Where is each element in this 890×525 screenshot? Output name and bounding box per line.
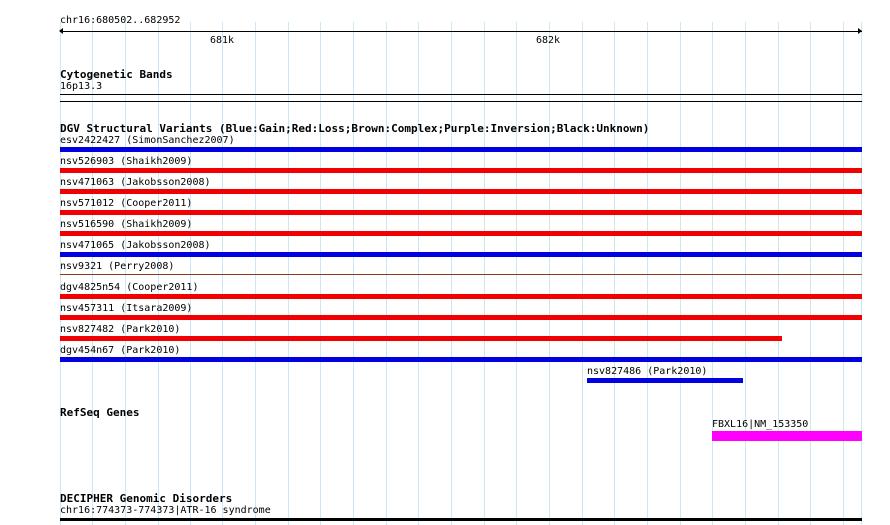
dgv-item-label[interactable]: nsv471063 (Jakobsson2008) xyxy=(60,177,211,189)
dgv-item-label[interactable]: nsv457311 (Itsara2009) xyxy=(60,303,192,315)
ruler-tick-681k: 681k xyxy=(210,35,235,46)
dgv-item-bar[interactable] xyxy=(60,231,862,236)
refseq-track-title[interactable]: RefSeq Genes xyxy=(60,406,139,419)
dgv-item-bar[interactable] xyxy=(60,315,862,320)
cytoband-bar[interactable] xyxy=(60,94,862,95)
dgv-item-label[interactable]: nsv571012 (Cooper2011) xyxy=(60,198,192,210)
dgv-item-bar[interactable] xyxy=(60,357,862,362)
dgv-item-bar[interactable] xyxy=(60,168,862,173)
dgv-item-bar[interactable] xyxy=(60,189,862,194)
ruler-right-arrow-icon[interactable] xyxy=(858,28,862,34)
refseq-gene-label[interactable]: FBXL16|NM_153350 xyxy=(712,419,808,431)
dgv-item-bar[interactable] xyxy=(60,252,862,257)
dgv-item-label[interactable]: nsv526903 (Shaikh2009) xyxy=(60,156,192,168)
dgv-item-label[interactable]: nsv9321 (Perry2008) xyxy=(60,261,174,273)
ruler-range-label: chr16:680502..682952 xyxy=(60,15,181,26)
dgv-item-bar[interactable] xyxy=(60,294,862,299)
decipher-bar[interactable] xyxy=(60,518,862,521)
decipher-item-label[interactable]: chr16:774373-774373|ATR-16 syndrome xyxy=(60,505,271,517)
dgv-item-label[interactable]: nsv471065 (Jakobsson2008) xyxy=(60,240,211,252)
dgv-item-bar[interactable] xyxy=(60,210,862,215)
dgv-item-bar[interactable] xyxy=(60,147,862,152)
decipher-track-title[interactable]: DECIPHER Genomic Disorders xyxy=(60,492,232,505)
dgv-item-label[interactable]: nsv827482 (Park2010) xyxy=(60,324,180,336)
dgv-item-label[interactable]: dgv4825n54 (Cooper2011) xyxy=(60,282,198,294)
dgv-item-bar[interactable] xyxy=(60,336,782,341)
refseq-gene-bar[interactable] xyxy=(712,431,862,441)
cytoband-label: 16p13.3 xyxy=(60,81,103,92)
dgv-track-title[interactable]: DGV Structural Variants (Blue:Gain;Red:L… xyxy=(60,122,649,135)
dgv-item-label[interactable]: nsv516590 (Shaikh2009) xyxy=(60,219,192,231)
dgv-item-label[interactable]: esv2422427 (SimonSanchez2007) xyxy=(60,135,235,147)
ruler-left-arrow-icon[interactable] xyxy=(59,28,63,34)
cytoband-divider xyxy=(60,101,862,102)
ruler-axis xyxy=(60,31,862,32)
cytoband-track-title[interactable]: Cytogenetic Bands xyxy=(60,68,173,81)
dgv-item-bar[interactable] xyxy=(60,274,862,275)
dgv-item-label[interactable]: dgv454n67 (Park2010) xyxy=(60,345,180,357)
dgv-item-label[interactable]: nsv827486 (Park2010) xyxy=(587,366,707,378)
ruler-tick-682k: 682k xyxy=(536,35,561,46)
dgv-item-bar[interactable] xyxy=(587,378,743,383)
